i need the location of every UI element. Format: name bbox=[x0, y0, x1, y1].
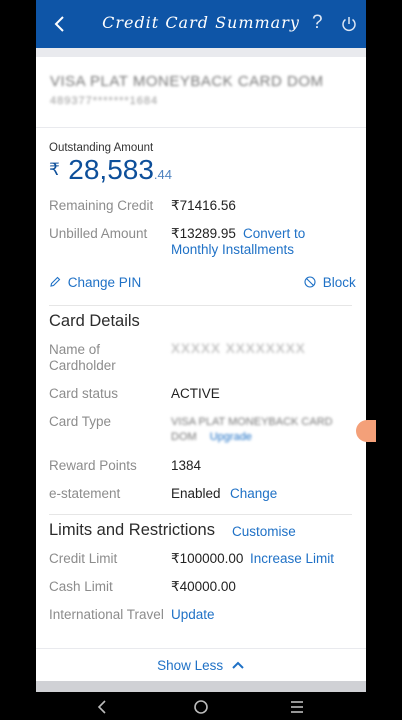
outstanding-amount: ₹ 28,583.44 bbox=[49, 154, 172, 186]
system-nav-bar bbox=[0, 692, 402, 720]
estatement-label: e-statement bbox=[49, 486, 121, 501]
app-bar: Credit Card Summary ? bbox=[36, 0, 366, 48]
outstanding-decimals: .44 bbox=[153, 167, 172, 182]
reward-points-value: 1384 bbox=[171, 458, 202, 473]
remaining-credit-value: ₹71416.56 bbox=[171, 198, 236, 213]
international-travel-label: International Travel bbox=[49, 607, 164, 622]
block-button[interactable]: Block bbox=[304, 275, 356, 290]
rupee-symbol: ₹ bbox=[49, 160, 60, 179]
unbilled-amount-value: ₹13289.95 bbox=[171, 226, 236, 241]
chevron-up-icon bbox=[232, 661, 244, 669]
unbilled-amount-label: Unbilled Amount bbox=[49, 226, 148, 241]
outstanding-main: 28,583 bbox=[68, 154, 154, 185]
cardholder-label-line2: Cardholder bbox=[49, 358, 116, 373]
card-type-line1: VISA PLAT MONEYBACK CARD bbox=[171, 416, 333, 428]
estatement-change-link[interactable]: Change bbox=[230, 486, 277, 501]
customise-link[interactable]: Customise bbox=[232, 524, 296, 539]
power-icon[interactable] bbox=[340, 15, 358, 33]
show-less-row: Show Less bbox=[36, 658, 366, 673]
reward-points-label: Reward Points bbox=[49, 458, 137, 473]
cardholder-label-line1: Name of bbox=[49, 342, 101, 357]
block-icon bbox=[304, 276, 316, 288]
card-type-value: VISA PLAT MONEYBACK CARD DOM Upgrade bbox=[171, 415, 333, 445]
card-summary-panel: Outstanding Amount ₹ 28,583.44 Remaining… bbox=[36, 128, 366, 648]
app-screen: Credit Card Summary ? VISA PLAT MONEYBAC… bbox=[36, 0, 366, 692]
credit-limit-value: ₹100000.00 bbox=[171, 551, 244, 566]
card-number: 489377*******1684 bbox=[50, 95, 159, 107]
card-header: VISA PLAT MONEYBACK CARD DOM 489377*****… bbox=[36, 57, 366, 127]
convert-emi-line2: Monthly Installments bbox=[171, 242, 295, 257]
nav-menu-icon[interactable] bbox=[290, 700, 304, 714]
cardholder-label: Name of Cardholder bbox=[49, 342, 116, 374]
card-type-line2: DOM bbox=[171, 431, 197, 443]
international-update-link[interactable]: Update bbox=[171, 607, 215, 622]
card-details-heading: Card Details bbox=[49, 312, 140, 330]
content-bottom-edge bbox=[36, 681, 366, 692]
nav-home-icon[interactable] bbox=[193, 699, 209, 715]
convert-emi-line1: Convert to bbox=[243, 226, 306, 241]
change-pin-label: Change PIN bbox=[67, 275, 142, 290]
nav-back-icon[interactable] bbox=[95, 700, 109, 714]
estatement-value: Enabled bbox=[171, 486, 221, 501]
card-type-label: Card Type bbox=[49, 414, 112, 429]
divider bbox=[49, 305, 352, 306]
help-icon[interactable]: ? bbox=[312, 12, 323, 34]
cash-limit-label: Cash Limit bbox=[49, 579, 113, 594]
credit-limit-label: Credit Limit bbox=[49, 551, 118, 566]
card-name: VISA PLAT MONEYBACK CARD DOM bbox=[50, 73, 324, 90]
floating-assist-handle[interactable] bbox=[356, 420, 376, 442]
increase-limit-link[interactable]: Increase Limit bbox=[250, 551, 334, 566]
card-status-value: ACTIVE bbox=[171, 386, 220, 401]
block-label: Block bbox=[322, 275, 356, 290]
pencil-icon bbox=[50, 276, 61, 287]
upgrade-link[interactable]: Upgrade bbox=[210, 431, 252, 443]
limits-heading: Limits and Restrictions bbox=[49, 521, 215, 539]
show-less-button[interactable]: Show Less bbox=[36, 649, 366, 681]
divider bbox=[49, 514, 352, 515]
cash-limit-value: ₹40000.00 bbox=[171, 579, 236, 594]
outstanding-label: Outstanding Amount bbox=[49, 142, 154, 154]
cardholder-name-value: XXXXX XXXXXXXX bbox=[171, 341, 306, 356]
card-status-label: Card status bbox=[49, 386, 119, 401]
remaining-credit-label: Remaining Credit bbox=[49, 198, 154, 213]
change-pin-button[interactable]: Change PIN bbox=[49, 275, 141, 290]
show-less-label: Show Less bbox=[157, 658, 224, 673]
